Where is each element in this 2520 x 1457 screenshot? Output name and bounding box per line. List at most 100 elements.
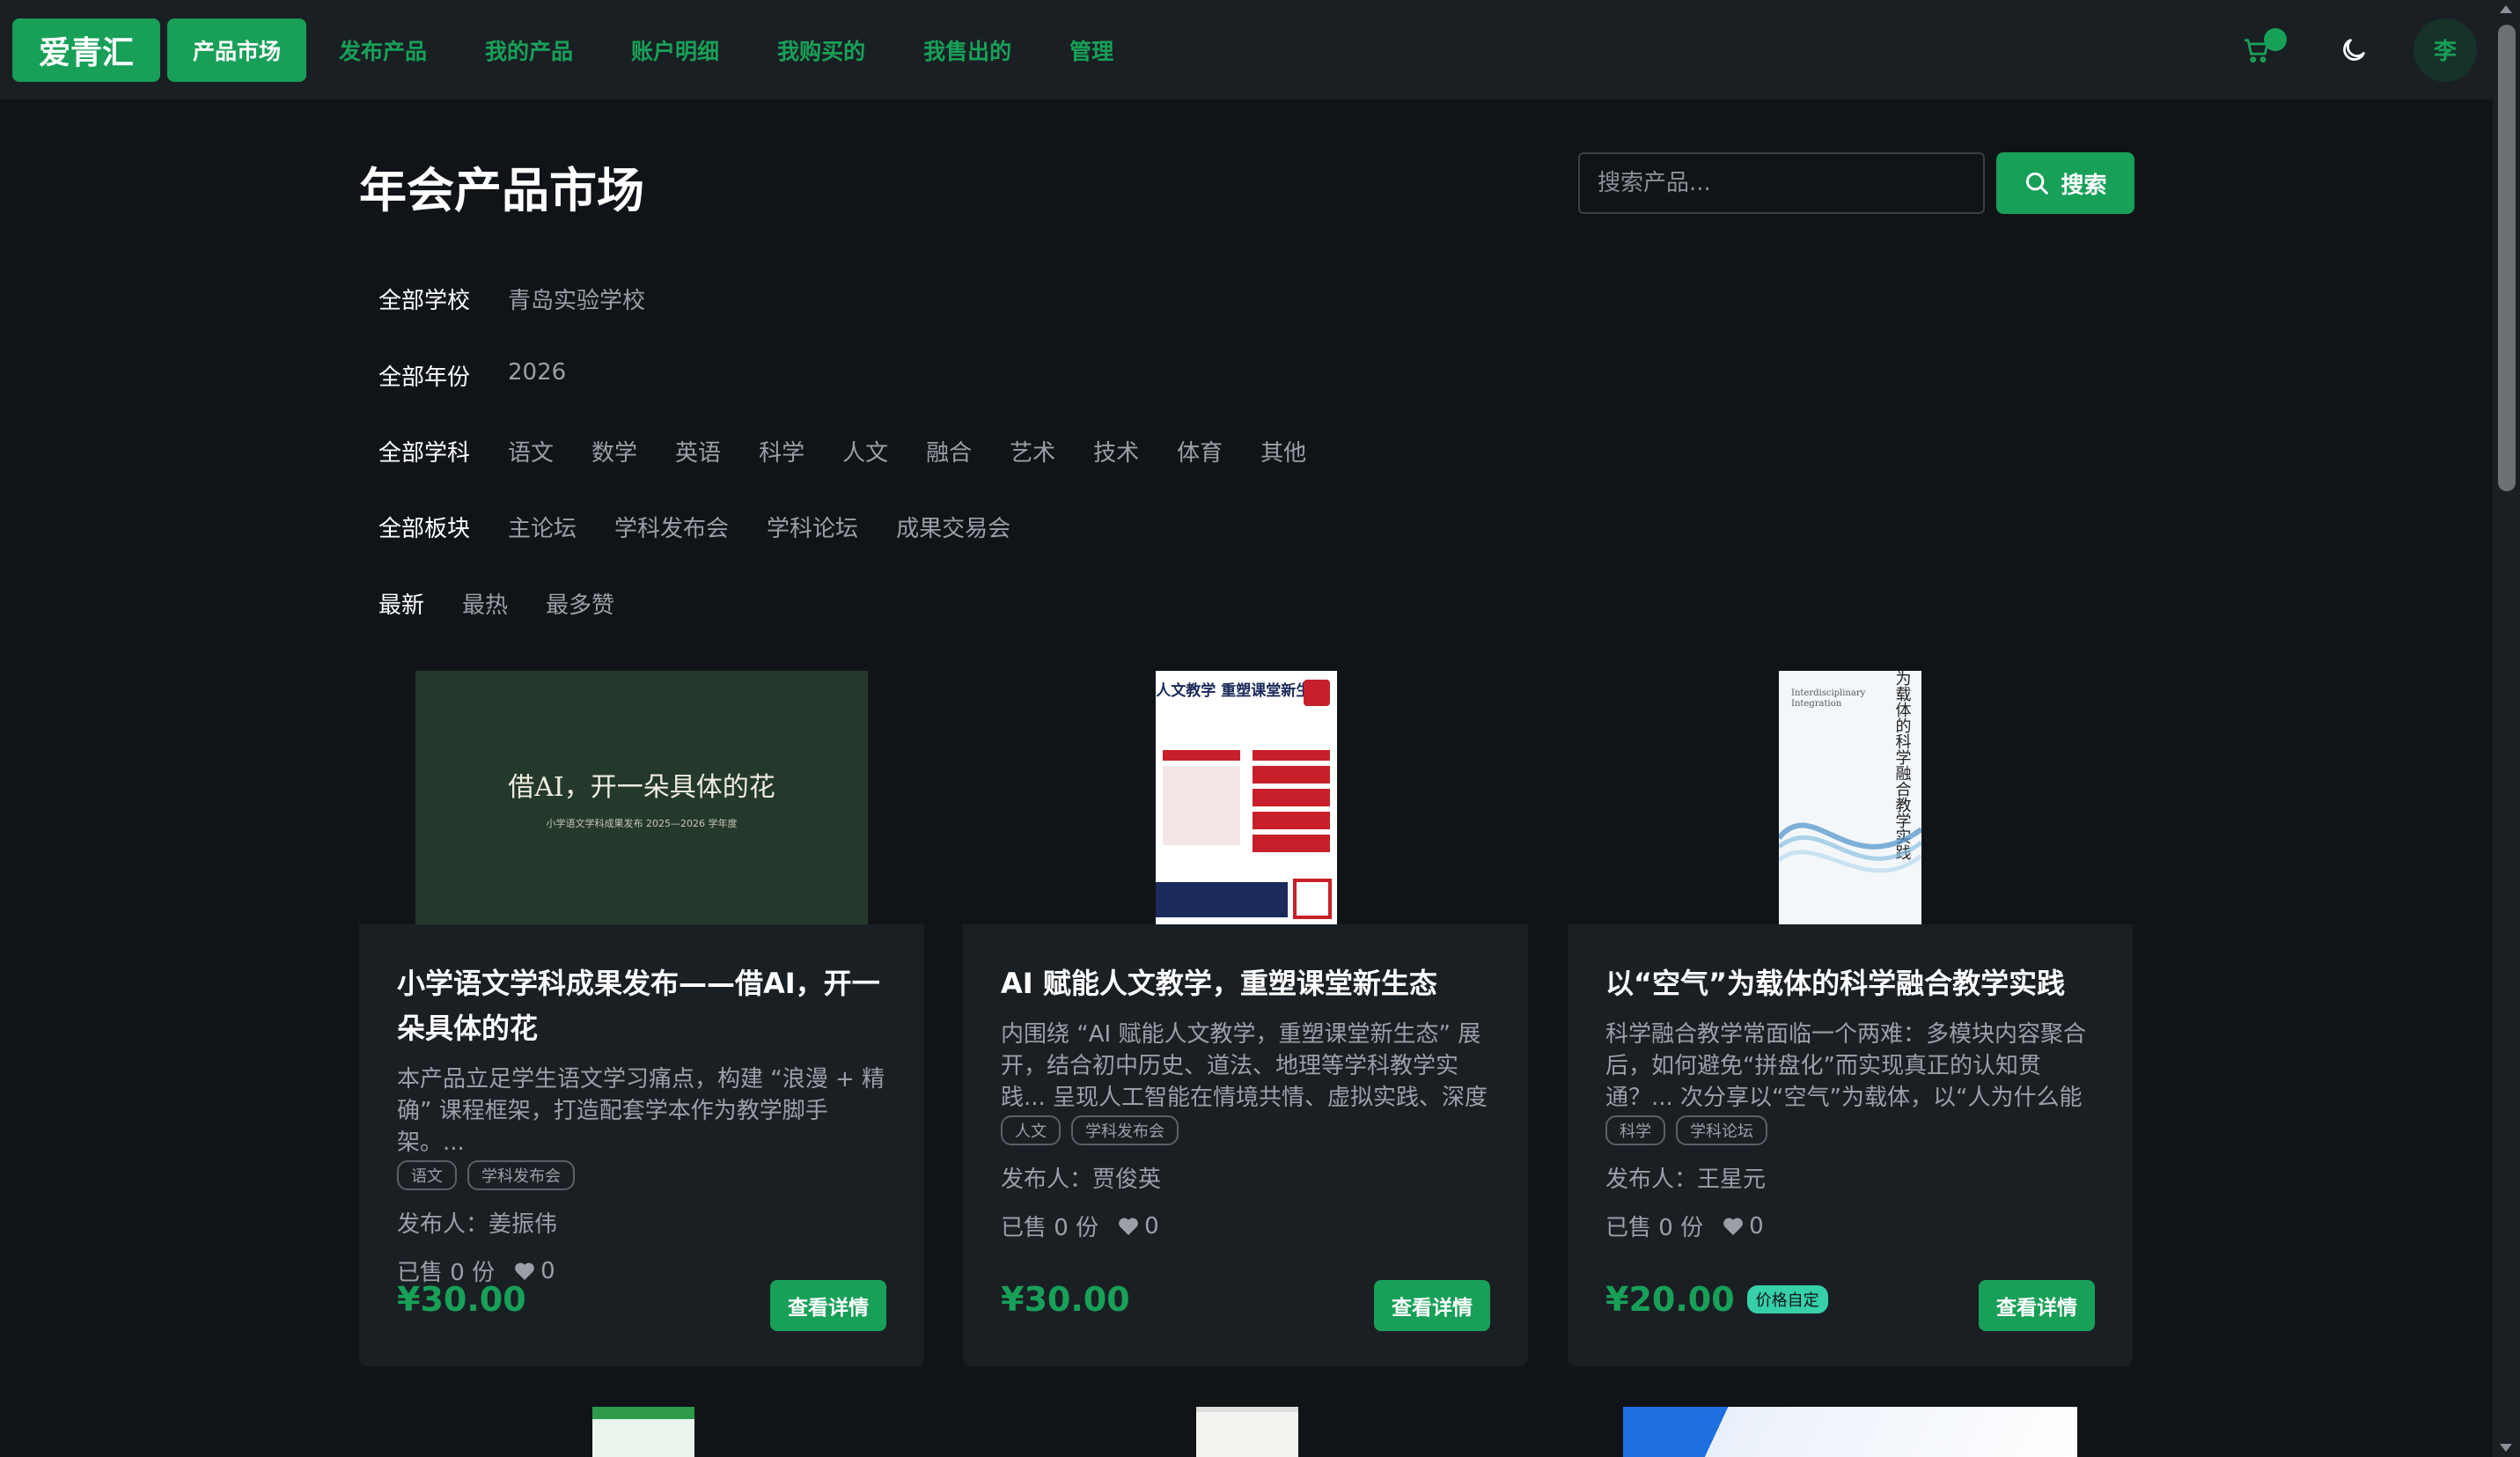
nav-item-account[interactable]: 账户明细 bbox=[606, 18, 745, 82]
cover-poster-graphic: AI赋能人文教学 重塑课堂新生态 bbox=[1109, 671, 1337, 924]
filter-year-option[interactable]: 2026 bbox=[508, 359, 566, 392]
price-value: ¥30.00 bbox=[397, 1280, 526, 1319]
cover-image: 借AI，开一朵具体的花 小学语文学科成果发布 2025—2026 学年度 bbox=[415, 671, 868, 924]
filter-subject-option[interactable]: 英语 bbox=[675, 435, 721, 467]
price-custom-badge: 价格自定 bbox=[1746, 1285, 1828, 1314]
nav-item-sold[interactable]: 我售出的 bbox=[898, 18, 1037, 82]
product-card-body: AI 赋能人文教学，重塑课堂新生态 内围绕 “AI 赋能人文教学，重塑课堂新生态… bbox=[1001, 924, 1490, 1242]
view-details-button[interactable]: 查看详情 bbox=[1979, 1280, 2095, 1331]
top-navbar: 爱青汇 产品市场 发布产品 我的产品 账户明细 我购买的 我售出的 管理 李 bbox=[0, 0, 2493, 99]
moon-icon bbox=[2343, 38, 2365, 61]
filter-subject: 全部学科 语文 数学 英语 科学 人文 融合 艺术 技术 体育 其他 bbox=[378, 435, 1344, 467]
nav-item-purchased[interactable]: 我购买的 bbox=[752, 18, 891, 82]
product-title[interactable]: AI 赋能人文教学，重塑课堂新生态 bbox=[1001, 961, 1490, 1006]
filter-section-option[interactable]: 学科发布会 bbox=[614, 511, 729, 543]
nav-actions: 李 bbox=[2230, 0, 2477, 99]
tag-section: 学科发布会 bbox=[1071, 1115, 1179, 1145]
page-scrollbar[interactable] bbox=[2493, 0, 2520, 1457]
product-description: 本产品立足学生语文学习痛点，构建 “浪漫 + 精确” 课程框架，打造配套学本作为… bbox=[397, 1066, 885, 1155]
svg-text:Interdisciplinary: Interdisciplinary bbox=[1791, 688, 1866, 698]
filter-subject-option[interactable]: 融合 bbox=[926, 435, 972, 467]
nav-item-my-products[interactable]: 我的产品 bbox=[459, 18, 599, 82]
search-icon bbox=[2026, 172, 2049, 195]
filter-school-option[interactable]: 青岛实验学校 bbox=[508, 283, 645, 315]
filter-subject-option[interactable]: 体育 bbox=[1177, 435, 1223, 467]
cover-book-graphic: Interdisciplinary Integration 以空气为载体的科学融… bbox=[1776, 671, 1923, 924]
tag-subject: 人文 bbox=[1001, 1115, 1061, 1145]
filter-subject-option[interactable]: 科学 bbox=[759, 435, 804, 467]
filter-subject-option[interactable]: 其他 bbox=[1260, 435, 1306, 467]
filter-section-option[interactable]: 成果交易会 bbox=[896, 511, 1010, 543]
product-stats: 已售 0 份 0 bbox=[1001, 1210, 1490, 1242]
product-price: ¥30.00 bbox=[1001, 1280, 1130, 1319]
sort-hottest[interactable]: 最热 bbox=[462, 587, 508, 620]
cover-title: AI赋能人文教学 重塑课堂新生态 bbox=[1156, 681, 1326, 700]
next-card-cover[interactable] bbox=[1623, 1407, 2077, 1457]
product-publisher: 发布人：贾俊英 bbox=[1001, 1166, 1162, 1193]
heart-icon[interactable] bbox=[1118, 1217, 1139, 1236]
product-title[interactable]: 小学语文学科成果发布——借AI，开一朵具体的花 bbox=[397, 961, 886, 1051]
next-card-cover[interactable] bbox=[592, 1407, 694, 1457]
nav-item-market[interactable]: 产品市场 bbox=[167, 18, 307, 82]
heart-icon[interactable] bbox=[1723, 1217, 1744, 1236]
product-card[interactable]: 借AI，开一朵具体的花 小学语文学科成果发布 2025—2026 学年度 小学语… bbox=[359, 671, 924, 1366]
sort-latest[interactable]: 最新 bbox=[378, 587, 424, 620]
filter-section-option[interactable]: 主论坛 bbox=[508, 511, 577, 543]
filter-section-all[interactable]: 全部板块 bbox=[378, 511, 470, 543]
tag-section: 学科论坛 bbox=[1676, 1115, 1767, 1145]
filter-subject-option[interactable]: 技术 bbox=[1093, 435, 1139, 467]
svg-text:Integration: Integration bbox=[1791, 699, 1842, 709]
product-publisher: 发布人：王星元 bbox=[1605, 1166, 1767, 1193]
user-avatar[interactable]: 李 bbox=[2413, 18, 2477, 82]
app-logo[interactable]: 爱青汇 bbox=[12, 18, 160, 82]
product-price: ¥30.00 bbox=[397, 1280, 526, 1319]
product-description: 内围绕 “AI 赋能人文教学，重塑课堂新生态” 展开，结合初中历史、道法、地理等… bbox=[1001, 1021, 1488, 1110]
filter-section-option[interactable]: 学科论坛 bbox=[767, 511, 858, 543]
product-title[interactable]: 以“空气”为载体的科学融合教学实践 bbox=[1605, 961, 2095, 1006]
cart-badge-dot bbox=[2264, 27, 2287, 51]
filter-year-all[interactable]: 全部年份 bbox=[378, 359, 470, 392]
price-value: ¥30.00 bbox=[1001, 1280, 1130, 1319]
page-title: 年会产品市场 bbox=[359, 163, 644, 218]
product-card-body: 以“空气”为载体的科学融合教学实践 科学融合教学常面临一个两难：多模块内容聚合后… bbox=[1605, 924, 2095, 1242]
nav-item-admin[interactable]: 管理 bbox=[1044, 18, 1139, 82]
filter-school-all[interactable]: 全部学校 bbox=[378, 283, 470, 315]
sort-options: 最新 最热 最多赞 bbox=[378, 587, 652, 620]
product-cover[interactable]: 借AI，开一朵具体的花 小学语文学科成果发布 2025—2026 学年度 bbox=[359, 671, 924, 924]
product-cover[interactable]: AI赋能人文教学 重塑课堂新生态 bbox=[963, 671, 1528, 924]
heart-icon[interactable] bbox=[514, 1262, 535, 1281]
scroll-up-arrow[interactable] bbox=[2500, 5, 2512, 13]
cart-button[interactable] bbox=[2230, 24, 2287, 77]
next-card-cover[interactable] bbox=[1196, 1407, 1298, 1457]
filter-subject-option[interactable]: 语文 bbox=[508, 435, 554, 467]
sort-most-liked[interactable]: 最多赞 bbox=[546, 587, 614, 620]
sold-count: 已售 0 份 bbox=[1001, 1215, 1099, 1241]
cover-image: AI赋能人文教学 重塑课堂新生态 bbox=[1109, 671, 1337, 924]
filter-subject-all[interactable]: 全部学科 bbox=[378, 435, 470, 467]
product-cover[interactable]: Interdisciplinary Integration 以空气为载体的科学融… bbox=[1568, 671, 2133, 924]
view-details-button[interactable]: 查看详情 bbox=[770, 1280, 886, 1331]
search-input[interactable] bbox=[1578, 152, 1985, 214]
product-card[interactable]: AI赋能人文教学 重塑课堂新生态 AI 赋能人文教学，重塑课堂新生态 内围绕 “… bbox=[963, 671, 1528, 1366]
view-details-button[interactable]: 查看详情 bbox=[1374, 1280, 1490, 1331]
product-tags: 人文 学科发布会 bbox=[1001, 1115, 1490, 1145]
product-tags: 科学 学科论坛 bbox=[1605, 1115, 2095, 1145]
search-button[interactable]: 搜索 bbox=[1996, 152, 2134, 214]
product-card[interactable]: Interdisciplinary Integration 以空气为载体的科学融… bbox=[1568, 671, 2133, 1366]
scroll-down-arrow[interactable] bbox=[2500, 1444, 2512, 1452]
filter-subject-option[interactable]: 数学 bbox=[591, 435, 637, 467]
price-value: ¥20.00 bbox=[1605, 1280, 1735, 1319]
scroll-thumb[interactable] bbox=[2498, 25, 2516, 491]
filter-subject-option[interactable]: 人文 bbox=[842, 435, 888, 467]
product-card-body: 小学语文学科成果发布——借AI，开一朵具体的花 本产品立足学生语文学习痛点，构建… bbox=[397, 924, 886, 1287]
cover-image: Interdisciplinary Integration 以空气为载体的科学融… bbox=[1776, 671, 1923, 924]
tag-subject: 语文 bbox=[397, 1160, 457, 1190]
nav-item-publish[interactable]: 发布产品 bbox=[313, 18, 452, 82]
filter-section: 全部板块 主论坛 学科发布会 学科论坛 成果交易会 bbox=[378, 511, 1048, 543]
filter-year: 全部年份 2026 bbox=[378, 359, 604, 392]
cover-title: 以空气为载体的科学融合教学实践 bbox=[1893, 671, 1912, 860]
cover-subtitle: 小学语文学科成果发布 2025—2026 学年度 bbox=[546, 818, 738, 829]
product-tags: 语文 学科发布会 bbox=[397, 1160, 886, 1190]
filter-subject-option[interactable]: 艺术 bbox=[1010, 435, 1055, 467]
theme-toggle-button[interactable] bbox=[2327, 24, 2380, 77]
